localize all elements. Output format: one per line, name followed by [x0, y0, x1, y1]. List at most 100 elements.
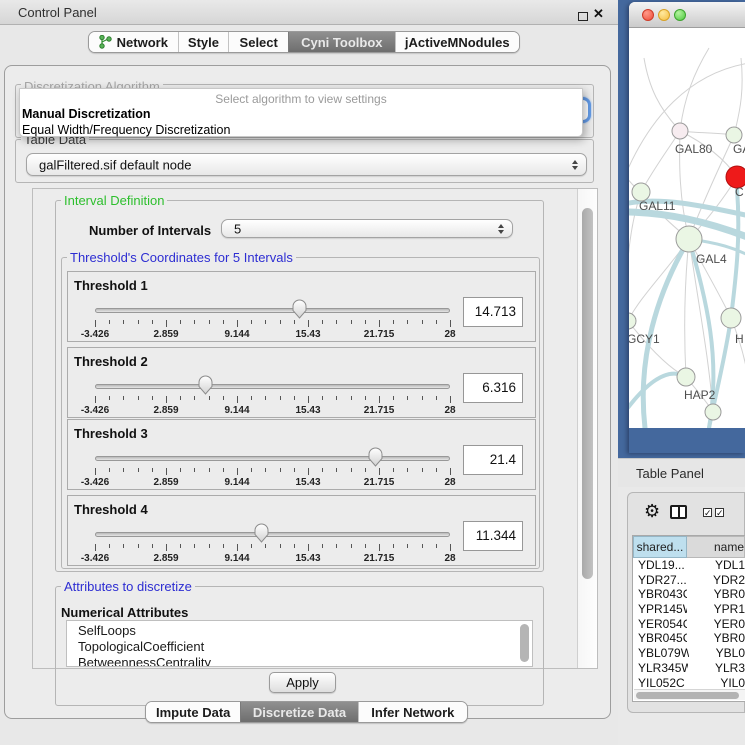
column-header-shared-name[interactable]: shared... — [633, 536, 687, 558]
window-title: Control Panel — [18, 5, 97, 20]
slider-knob[interactable] — [292, 299, 307, 319]
node-table[interactable]: shared... name YDL19...YDL1YDR27...YDR2Y… — [632, 535, 745, 702]
combobox-stepper-icon — [572, 160, 578, 170]
horizontal-scrollbar[interactable] — [634, 689, 745, 700]
table-row[interactable]: YIL052CYIL0 — [633, 676, 745, 691]
dropdown-option-manual[interactable]: Manual Discretization — [22, 107, 151, 121]
combobox-stepper-icon — [498, 224, 504, 234]
scrollbar-thumb[interactable] — [582, 208, 593, 579]
network-window-titlebar — [629, 2, 745, 28]
threshold-value-field[interactable]: 14.713 — [463, 297, 523, 327]
tab-infer-network[interactable]: Infer Network — [358, 702, 467, 722]
slider-track[interactable] — [95, 532, 450, 537]
tab-cyni-toolbox[interactable]: Cyni Toolbox — [288, 32, 395, 52]
zoom-traffic-light[interactable] — [674, 9, 686, 21]
numerical-attributes-label: Numerical Attributes — [61, 605, 188, 620]
threshold-panel: Threshold 3-3.4262.8599.14415.4321.71528… — [67, 419, 536, 490]
table-body: YDL19...YDL1YDR27...YDR2YBR043CYBR0YPR14… — [633, 558, 745, 690]
threshold-label: Threshold 4 — [74, 502, 148, 517]
network-window-footer — [629, 428, 745, 453]
select-all-checkbox-icon[interactable]: ✓ — [703, 508, 712, 517]
table-row[interactable]: YBR045CYBR0 — [633, 631, 745, 646]
vertical-scrollbar[interactable] — [577, 189, 597, 668]
table-row[interactable]: YDL19...YDL1 — [633, 558, 745, 573]
svg-text:GAL80: GAL80 — [675, 142, 713, 156]
svg-text:GAL11: GAL11 — [639, 199, 676, 213]
list-scrollbar[interactable] — [520, 624, 529, 662]
close-traffic-light[interactable] — [642, 9, 654, 21]
svg-text:C: C — [735, 185, 744, 199]
threshold-value-field[interactable]: 11.344 — [463, 521, 523, 551]
threshold-label: Threshold 2 — [74, 354, 148, 369]
cyni-mode-tabs: Impute DataDiscretize DataInfer Network — [145, 701, 468, 723]
svg-text:HAP2: HAP2 — [684, 388, 716, 402]
select-none-checkbox-icon[interactable]: ✓ — [715, 508, 724, 517]
settings-scrollpane: Interval Definition Number of Intervals … — [32, 188, 598, 669]
number-of-intervals-value: 5 — [234, 221, 241, 236]
control-panel-tabs: NetworkStyleSelectCyni ToolboxjActiveMNo… — [88, 31, 520, 53]
threshold-label: Threshold 3 — [74, 426, 148, 441]
columns-icon[interactable] — [670, 505, 687, 519]
tab-jactivemnodules[interactable]: jActiveMNodules — [395, 32, 519, 52]
number-of-intervals-combobox[interactable]: 5 — [221, 219, 513, 238]
network-view-window: GAL80 GA GAL11 C GAL4 GCY1 H HAP2 — [629, 2, 745, 453]
attribute-list-item[interactable]: BetweennessCentrality — [67, 655, 532, 667]
table-row[interactable]: YDR27...YDR2 — [633, 573, 745, 588]
interval-definition-group: Interval Definition Number of Intervals … — [55, 200, 544, 572]
slider-track[interactable] — [95, 384, 450, 389]
svg-text:H: H — [735, 332, 744, 346]
tab-network[interactable]: Network — [89, 32, 178, 52]
table-data-value: galFiltered.sif default node — [39, 157, 191, 172]
threshold-panel: Threshold 4-3.4262.8599.14415.4321.71528… — [67, 495, 536, 566]
table-row[interactable]: YBL079WYBL0 — [633, 646, 745, 661]
dropdown-placeholder[interactable]: Select algorithm to view settings — [20, 92, 582, 106]
tab-impute-data[interactable]: Impute Data — [146, 702, 240, 722]
control-panel-titlebar: Control Panel ✕ — [0, 0, 618, 25]
column-header-name[interactable]: name — [687, 536, 745, 558]
threshold-value-field[interactable]: 21.4 — [463, 445, 523, 475]
slider-knob[interactable] — [368, 447, 383, 467]
slider-track[interactable] — [95, 456, 450, 461]
numerical-attributes-list[interactable]: SelfLoopsTopologicalCoefficientBetweenne… — [66, 620, 533, 667]
network-canvas[interactable]: GAL80 GA GAL11 C GAL4 GCY1 H HAP2 — [629, 28, 745, 428]
apply-button[interactable]: Apply — [269, 672, 336, 693]
number-of-intervals-label: Number of Intervals — [89, 223, 211, 238]
slider-knob[interactable] — [198, 375, 213, 395]
thresholds-group: Threshold's Coordinates for 5 Intervals … — [61, 257, 540, 569]
thresholds-title: Threshold's Coordinates for 5 Intervals — [67, 250, 296, 265]
close-icon[interactable]: ✕ — [593, 6, 604, 22]
svg-text:GA: GA — [733, 142, 745, 156]
float-window-icon[interactable] — [578, 12, 588, 21]
cyni-toolbox-panel: Discretization Algorithm Select algorith… — [4, 65, 611, 719]
table-data-group: Table Data galFiltered.sif default node — [15, 139, 594, 183]
attribute-list-item[interactable]: TopologicalCoefficient — [67, 639, 532, 655]
table-row[interactable]: YER054CYER0 — [633, 617, 745, 632]
threshold-panel: Threshold 2-3.4262.8599.14415.4321.71528… — [67, 347, 536, 418]
gear-icon[interactable]: ⚙ — [644, 501, 660, 522]
table-row[interactable]: YPR145WYPR1 — [633, 602, 745, 617]
slider-knob[interactable] — [254, 523, 269, 543]
algorithm-dropdown-popup: Select algorithm to view settings Manual… — [19, 88, 583, 137]
svg-text:GCY1: GCY1 — [629, 332, 660, 346]
table-data-combobox[interactable]: galFiltered.sif default node — [26, 153, 587, 176]
table-row[interactable]: YBR043CYBR0 — [633, 587, 745, 602]
attributes-title: Attributes to discretize — [61, 579, 195, 594]
threshold-value-field[interactable]: 6.316 — [463, 373, 523, 403]
minimize-traffic-light[interactable] — [658, 9, 670, 21]
tab-select[interactable]: Select — [228, 32, 288, 52]
table-row[interactable]: YLR345WYLR3 — [633, 661, 745, 676]
svg-text:GAL4: GAL4 — [696, 252, 727, 266]
dropdown-option-equal-width[interactable]: Equal Width/Frequency Discretization — [22, 123, 230, 137]
table-panel-titlebar: Table Panel — [618, 458, 745, 487]
threshold-panel: Threshold 1-3.4262.8599.14415.4321.71528… — [67, 271, 536, 342]
network-desktop: GAL80 GA GAL11 C GAL4 GCY1 H HAP2 Table Panel ⚙… — [618, 0, 745, 745]
table-header: shared... name — [633, 536, 745, 558]
scrollbar-thumb[interactable] — [636, 692, 739, 699]
tab-discretize-data[interactable]: Discretize Data — [240, 702, 357, 722]
interval-definition-title: Interval Definition — [61, 193, 167, 208]
network-icon — [99, 35, 112, 49]
slider-track[interactable] — [95, 308, 450, 313]
tab-style[interactable]: Style — [178, 32, 229, 52]
table-panel-title: Table Panel — [636, 466, 704, 481]
attribute-list-item[interactable]: SelfLoops — [67, 623, 532, 639]
